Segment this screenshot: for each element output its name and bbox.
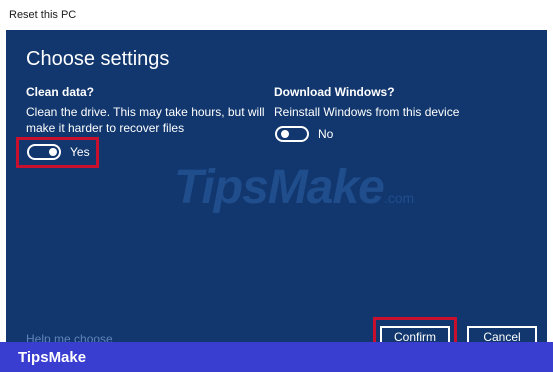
clean-data-toggle[interactable] <box>27 144 61 160</box>
clean-data-title: Clean data? <box>26 85 95 99</box>
clean-data-description-line2: make it harder to recover files <box>26 121 185 135</box>
dialog-heading: Choose settings <box>26 48 170 70</box>
window-titlebar: Reset this PC <box>0 0 553 30</box>
clean-data-toggle-knob <box>49 148 57 156</box>
download-windows-toggle[interactable] <box>275 126 309 142</box>
clean-data-description-line1: Clean the drive. This may take hours, bu… <box>26 105 265 119</box>
choose-settings-dialog: Choose settings Clean data? Clean the dr… <box>6 30 547 342</box>
footer-brand-bar: TipsMake <box>0 342 553 372</box>
window-title: Reset this PC <box>9 9 77 21</box>
tipsmake-watermark: TipsMake.com <box>174 160 414 215</box>
clean-data-toggle-label: Yes <box>70 145 90 159</box>
watermark-text: TipsMake <box>174 161 385 214</box>
footer-brand: TipsMake <box>18 348 87 366</box>
confirm-button[interactable]: Confirm <box>380 326 450 342</box>
download-windows-description: Reinstall Windows from this device <box>274 105 460 119</box>
help-me-choose-link[interactable]: Help me choose <box>26 332 113 342</box>
clean-data-description: Clean the drive. This may take hours, bu… <box>26 104 265 136</box>
download-windows-toggle-label: No <box>318 127 334 141</box>
watermark-suffix: .com <box>383 190 415 206</box>
download-windows-title: Download Windows? <box>274 85 395 99</box>
cancel-button[interactable]: Cancel <box>467 326 537 342</box>
download-windows-toggle-knob <box>281 130 289 138</box>
